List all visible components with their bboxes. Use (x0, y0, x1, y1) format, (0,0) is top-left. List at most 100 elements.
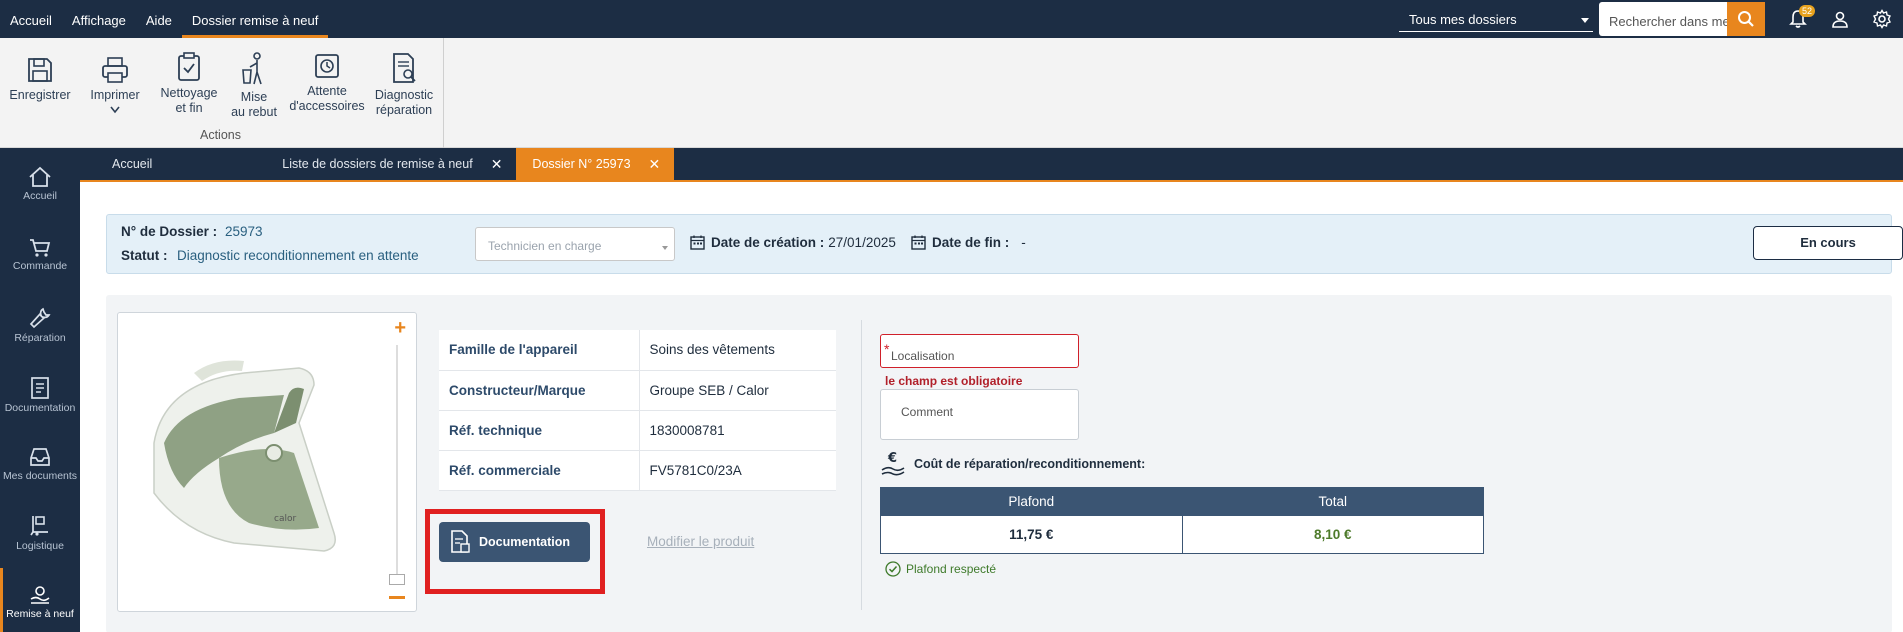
product-properties-table: Famille de l'appareil Soins des vêtement… (439, 330, 836, 491)
tab-accueil[interactable]: Accueil (80, 148, 166, 180)
save-icon (28, 58, 52, 82)
menu-dossier-remise-a-neuf[interactable]: Dossier remise à neuf (181, 0, 329, 38)
chevron-down-icon (110, 106, 120, 114)
table-row: Constructeur/Marque Groupe SEB / Calor (439, 370, 836, 411)
ribbon-separator (443, 38, 444, 148)
ribbon-toolbar: Enregistrer Imprimer Nettoyage et fin Mi… (0, 38, 1903, 148)
zoom-out-icon[interactable] (389, 596, 405, 599)
notifications-button[interactable]: 52 (1777, 0, 1819, 38)
property-value: Soins des vêtements (639, 330, 836, 371)
sidebar-item-label: Documentation (4, 402, 76, 414)
tab-dossier-25973[interactable]: Dossier N° 25973 ✕ (516, 148, 675, 180)
document-icon (31, 377, 49, 399)
comment-field[interactable]: Comment (880, 389, 1079, 440)
calendar-icon (911, 235, 926, 250)
creation-date: Date de création : 27/01/2025 (690, 235, 896, 250)
euro-hand-icon: € (881, 451, 905, 476)
zoom-in-icon[interactable]: + (394, 317, 406, 340)
print-button[interactable]: Imprimer (84, 56, 146, 119)
sidebar: Accueil Commande Réparation Documentatio… (0, 148, 80, 632)
menu-accueil[interactable]: Accueil (0, 0, 62, 38)
diagnostic-label-2: réparation (375, 103, 433, 117)
sidebar-item-label: Logistique (16, 540, 64, 552)
print-label: Imprimer (90, 88, 140, 102)
end-date: Date de fin : - (911, 235, 1026, 250)
property-value: Groupe SEB / Calor (639, 370, 836, 411)
sidebar-item-accueil[interactable]: Accueil (0, 166, 80, 202)
sidebar-item-label: Réparation (14, 332, 66, 344)
user-icon (1832, 11, 1848, 28)
dossier-number-label: N° de Dossier : (121, 224, 218, 239)
user-button[interactable] (1819, 0, 1861, 38)
table-header-row: Plafond Total (880, 487, 1485, 516)
close-icon[interactable]: ✕ (649, 156, 661, 173)
comment-placeholder: Comment (901, 405, 954, 419)
plafond-value: 11,75 € (880, 515, 1183, 554)
sidebar-item-documentation[interactable]: Documentation (0, 376, 80, 414)
wrench-icon (29, 307, 51, 329)
save-label: Enregistrer (9, 88, 71, 102)
calendar-icon (690, 235, 705, 250)
ribbon-group-label: Actions (200, 128, 241, 142)
end-date-value: - (1021, 235, 1026, 250)
location-placeholder: Localisation (891, 349, 955, 363)
sidebar-item-label: Remise à neuf (6, 608, 74, 620)
sidebar-item-logistique[interactable]: Logistique (0, 514, 80, 552)
cart-icon (30, 239, 51, 257)
cleaning-label-1: Nettoyage (160, 86, 218, 100)
property-key: Constructeur/Marque (439, 370, 640, 411)
top-right-tools: Tous mes dossiers Rechercher dans mes do… (1399, 0, 1903, 38)
sidebar-item-commande[interactable]: Commande (0, 238, 80, 272)
tab-bar: Accueil Liste de dossiers de remise à ne… (80, 148, 1903, 180)
document-search-icon (393, 53, 416, 83)
search-button[interactable] (1727, 2, 1765, 36)
chevron-down-icon (662, 246, 668, 250)
diagnostic-button[interactable]: Diagnostic réparation (371, 52, 437, 118)
accessories-label-1: Attente (307, 84, 347, 98)
search-input[interactable]: Rechercher dans mes dossiers (1599, 2, 1727, 36)
close-icon[interactable]: ✕ (491, 156, 503, 173)
property-value: FV5781C0/23A (639, 450, 836, 491)
total-value: 8,10 € (1181, 515, 1485, 554)
menu-aide[interactable]: Aide (136, 0, 182, 38)
accessories-wait-button[interactable]: Attente d'accessoires (289, 52, 365, 114)
dossier-info-bar: N° de Dossier : 25973 Statut : Diagnosti… (106, 214, 1903, 274)
cost-title-label: Coût de réparation/reconditionnement: (914, 457, 1146, 471)
clipboard-check-icon (178, 52, 200, 81)
documentation-button[interactable]: Documentation (439, 522, 590, 562)
diagnostic-label-1: Diagnostic (374, 88, 434, 102)
dossier-number-value: 25973 (225, 224, 263, 239)
required-asterisk: * (884, 341, 890, 357)
notification-badge: 52 (1799, 5, 1816, 17)
product-image-viewer: calor + (117, 312, 417, 612)
sidebar-item-mes-documents[interactable]: Mes documents (0, 446, 80, 482)
scope-select-value: Tous mes dossiers (1409, 12, 1517, 27)
chevron-down-icon (1581, 18, 1589, 23)
creation-date-value: 27/01/2025 (828, 235, 896, 250)
tab-liste-dossiers[interactable]: Liste de dossiers de remise à neuf ✕ (166, 148, 516, 180)
scrap-button[interactable]: Mise au rebut (226, 52, 282, 120)
location-field[interactable]: * Localisation (880, 334, 1079, 368)
top-menu-bar: Accueil Affichage Aide Dossier remise à … (0, 0, 1903, 38)
cleaning-button[interactable]: Nettoyage et fin (158, 52, 220, 116)
sidebar-item-reparation[interactable]: Réparation (0, 306, 80, 344)
modify-product-link[interactable]: Modifier le produit (647, 534, 754, 549)
save-button[interactable]: Enregistrer (8, 56, 72, 103)
sidebar-item-label: Mes documents (2, 470, 78, 482)
menu-affichage[interactable]: Affichage (62, 0, 136, 38)
zoom-slider-handle[interactable] (389, 574, 405, 585)
settings-button[interactable] (1861, 0, 1903, 38)
column-header-plafond: Plafond (880, 487, 1183, 516)
technician-select[interactable]: Technicien en charge (475, 227, 675, 261)
product-panel: calor + Famille de l'appareil Soins des … (106, 295, 1892, 632)
main-menu: Accueil Affichage Aide Dossier remise à … (0, 0, 329, 38)
status-button[interactable]: En cours (1753, 226, 1903, 260)
search-icon (1738, 11, 1754, 27)
scope-select[interactable]: Tous mes dossiers (1399, 6, 1593, 32)
documentation-button-label: Documentation (479, 535, 570, 549)
sidebar-item-remise-a-neuf[interactable]: Remise à neuf (0, 584, 80, 620)
zoom-slider-track[interactable] (396, 345, 398, 575)
tab-label: Dossier N° 25973 (532, 157, 631, 171)
printer-icon (102, 57, 128, 83)
inbox-icon (30, 448, 50, 466)
